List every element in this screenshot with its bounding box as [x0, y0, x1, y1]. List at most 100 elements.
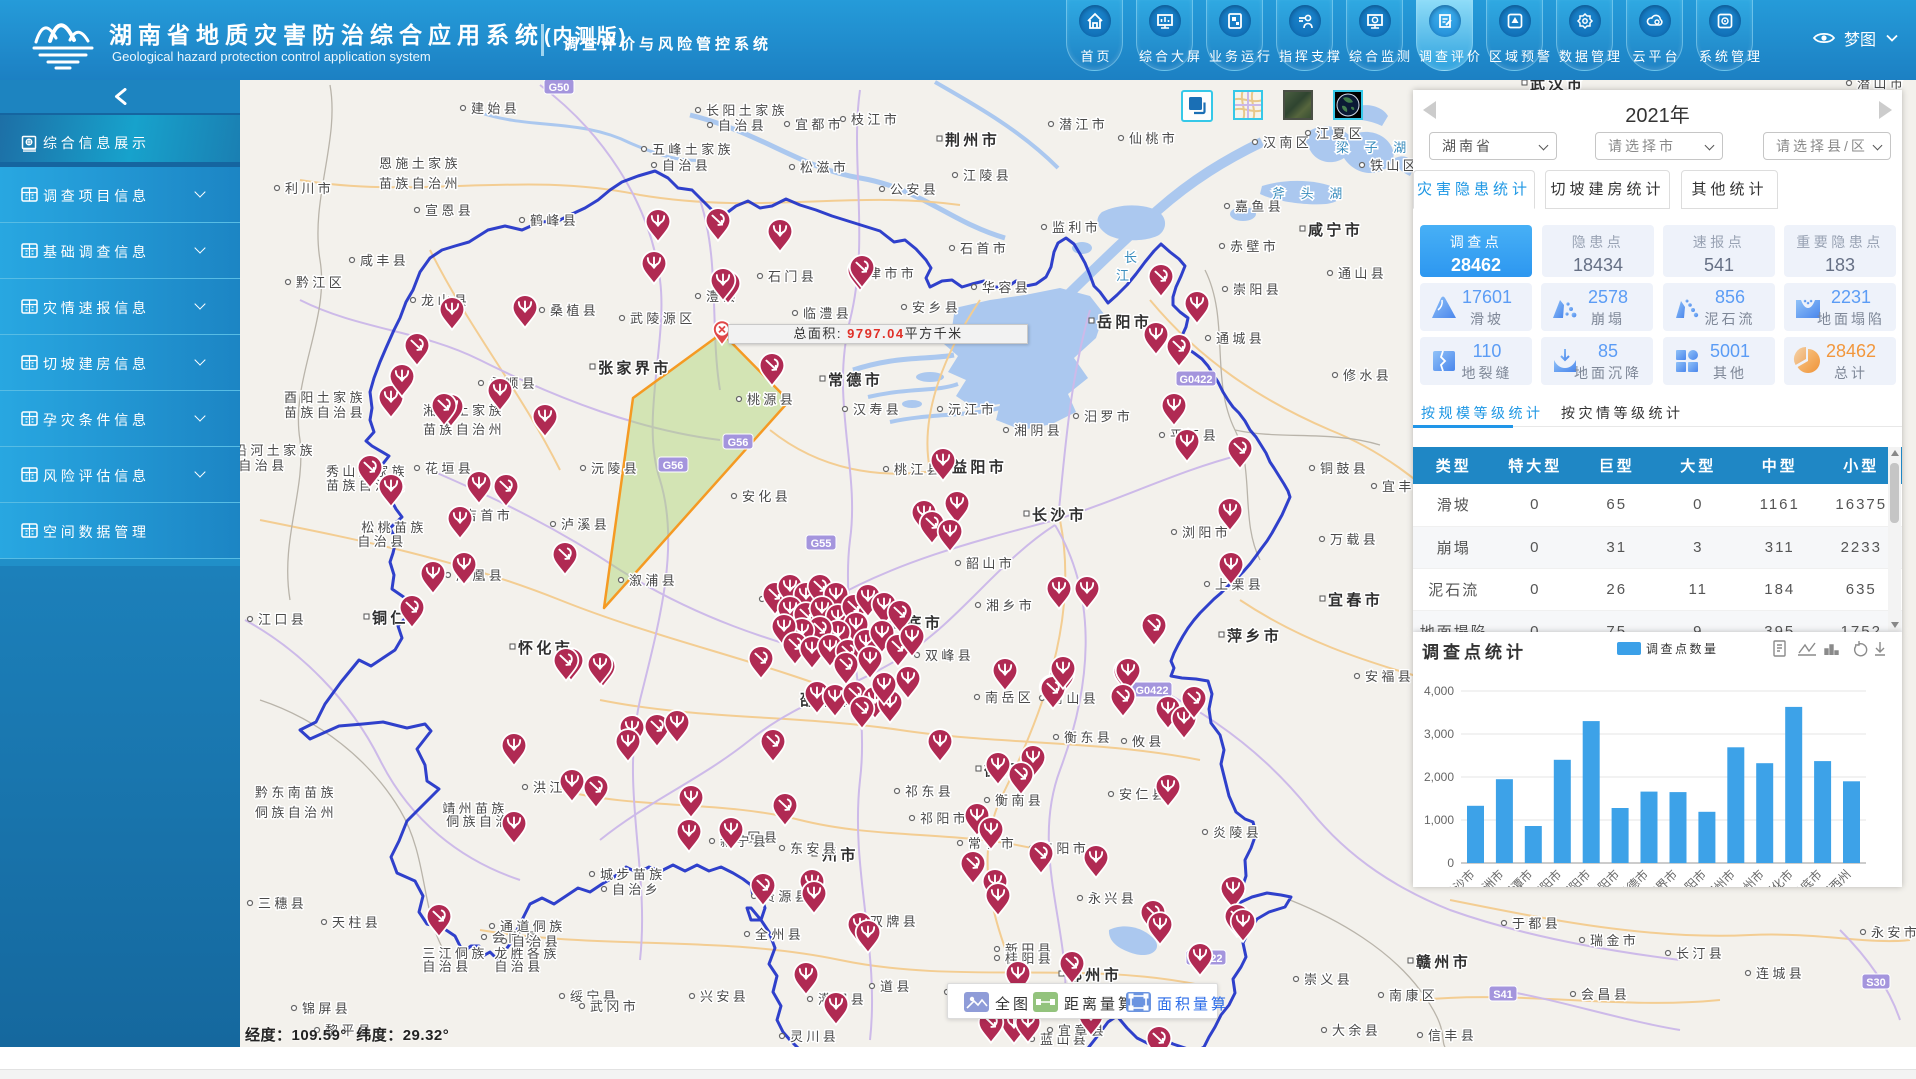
svg-text:花垣县: 花垣县 — [425, 461, 474, 476]
svg-text:侗族自治州: 侗族自治州 — [255, 805, 337, 820]
svg-text:嘉鱼县: 嘉鱼县 — [1235, 199, 1284, 214]
svg-text:万载县: 万载县 — [1330, 532, 1379, 547]
svg-text:衡南县: 衡南县 — [995, 793, 1044, 808]
svg-text:东安县: 东安县 — [790, 841, 839, 856]
svg-text:南康区: 南康区 — [1389, 988, 1438, 1003]
svg-text:沿河土家族: 沿河土家族 — [240, 443, 316, 458]
svg-text:宣恩县: 宣恩县 — [425, 203, 474, 218]
svg-text:信丰县: 信丰县 — [1428, 1028, 1477, 1043]
svg-text:G56: G56 — [728, 437, 749, 449]
svg-text:岳阳市: 岳阳市 — [1097, 313, 1152, 331]
svg-text:崇义县: 崇义县 — [1304, 972, 1353, 987]
svg-text:S30: S30 — [1866, 977, 1886, 989]
svg-text:3,000: 3,000 — [1424, 727, 1454, 741]
svg-text:仙桃市: 仙桃市 — [1129, 131, 1178, 146]
svg-text:修水县: 修水县 — [1343, 368, 1392, 383]
svg-text:五峰土家族: 五峰土家族 — [652, 142, 734, 157]
svg-text:铁山区: 铁山区 — [1370, 158, 1419, 173]
svg-text:铜鼓县: 铜鼓县 — [1320, 461, 1369, 476]
svg-text:咸宁市: 咸宁市 — [1308, 221, 1363, 239]
svg-text:沅江市: 沅江市 — [948, 402, 997, 417]
svg-text:张家界市: 张家界市 — [598, 359, 672, 377]
svg-text:汉南区: 汉南区 — [1263, 135, 1312, 150]
svg-text:枝江市: 枝江市 — [851, 112, 900, 127]
svg-text:潜江市: 潜江市 — [1059, 117, 1108, 132]
svg-text:G0422: G0422 — [1179, 374, 1212, 386]
svg-text:赣州市: 赣州市 — [1416, 953, 1471, 971]
svg-text:2,000: 2,000 — [1424, 770, 1454, 784]
svg-text:鹤峰县: 鹤峰县 — [530, 213, 579, 228]
svg-text:江陵县: 江陵县 — [963, 168, 1012, 183]
svg-text:崇阳县: 崇阳县 — [1233, 282, 1282, 297]
svg-text:会昌县: 会昌县 — [1581, 987, 1630, 1002]
svg-text:连城县: 连城县 — [1756, 966, 1805, 981]
svg-text:松桃苗族: 松桃苗族 — [361, 520, 427, 535]
svg-text:灵川县: 灵川县 — [790, 1029, 839, 1044]
svg-text:4,000: 4,000 — [1424, 684, 1454, 698]
svg-text:自治县: 自治县 — [662, 158, 711, 173]
svg-text:黔江区: 黔江区 — [296, 275, 345, 290]
svg-text:利川市: 利川市 — [285, 181, 334, 196]
svg-text:衡东县: 衡东县 — [1064, 730, 1113, 745]
svg-text:安乡县: 安乡县 — [912, 300, 961, 315]
svg-text:自治县: 自治县 — [512, 934, 561, 949]
svg-text:萍乡市: 萍乡市 — [1227, 627, 1282, 645]
svg-text:苗族自治州: 苗族自治州 — [379, 176, 461, 191]
svg-text:永兴县: 永兴县 — [1088, 891, 1137, 906]
svg-text:长沙市: 长沙市 — [1032, 506, 1087, 524]
svg-text:双峰县: 双峰县 — [925, 648, 974, 663]
svg-text:城步苗族: 城步苗族 — [600, 867, 666, 882]
svg-text:恩施土家族: 恩施土家族 — [379, 156, 461, 171]
svg-text:监利市: 监利市 — [1052, 220, 1101, 235]
svg-text:湘阴县: 湘阴县 — [1014, 423, 1063, 438]
svg-text:桑植县: 桑植县 — [550, 303, 599, 318]
svg-text:瑞金市: 瑞金市 — [1590, 933, 1639, 948]
svg-text:酉阳土家族: 酉阳土家族 — [284, 390, 366, 405]
svg-text:0: 0 — [1447, 856, 1454, 870]
svg-text:宜都市: 宜都市 — [795, 117, 844, 132]
svg-text:咸丰县: 咸丰县 — [360, 253, 409, 268]
svg-text:溆浦县: 溆浦县 — [629, 573, 678, 588]
svg-text:松滋市: 松滋市 — [800, 160, 849, 175]
svg-text:常德市: 常德市 — [828, 371, 883, 389]
svg-text:武陵源区: 武陵源区 — [630, 311, 696, 326]
svg-text:沅陵县: 沅陵县 — [591, 461, 640, 476]
svg-text:永安市: 永安市 — [1871, 925, 1916, 940]
svg-text:自治县: 自治县 — [357, 534, 406, 549]
svg-text:江: 江 — [1116, 268, 1135, 283]
svg-text:三穗县: 三穗县 — [258, 896, 307, 911]
svg-text:通山县: 通山县 — [1338, 266, 1387, 281]
svg-text:安福县: 安福县 — [1365, 669, 1414, 684]
svg-text:兴安县: 兴安县 — [700, 989, 749, 1004]
svg-text:石门县: 石门县 — [768, 269, 817, 284]
svg-text:锦屏县: 锦屏县 — [302, 1001, 351, 1016]
svg-text:道县: 道县 — [880, 979, 913, 994]
svg-text:华容县: 华容县 — [982, 280, 1031, 295]
svg-text:祁东县: 祁东县 — [905, 784, 954, 799]
svg-text:斧 头 湖: 斧 头 湖 — [1272, 186, 1348, 201]
svg-text:天柱县: 天柱县 — [332, 915, 381, 930]
svg-text:大余县: 大余县 — [1332, 1023, 1381, 1038]
svg-text:荆州市: 荆州市 — [945, 131, 1000, 149]
svg-text:江口县: 江口县 — [258, 612, 307, 627]
svg-text:桃源县: 桃源县 — [747, 392, 796, 407]
svg-text:黔东南苗族: 黔东南苗族 — [255, 785, 337, 800]
svg-text:韶山市: 韶山市 — [966, 556, 1015, 571]
svg-text:1,000: 1,000 — [1424, 813, 1454, 827]
svg-text:自治县: 自治县 — [494, 959, 543, 974]
svg-text:于都县: 于都县 — [1512, 916, 1561, 931]
svg-text:长阳土家族: 长阳土家族 — [706, 103, 788, 118]
svg-text:益阳市: 益阳市 — [952, 458, 1007, 476]
svg-text:长汀县: 长汀县 — [1676, 946, 1725, 961]
svg-text:汉寿县: 汉寿县 — [853, 402, 902, 417]
svg-text:南岳区: 南岳区 — [985, 690, 1034, 705]
svg-text:通城县: 通城县 — [1216, 331, 1265, 346]
svg-text:G0422: G0422 — [1135, 685, 1168, 697]
svg-text:长: 长 — [1124, 250, 1143, 265]
svg-text:湘乡市: 湘乡市 — [986, 598, 1035, 613]
svg-text:江夏区: 江夏区 — [1316, 126, 1365, 141]
svg-text:建始县: 建始县 — [471, 101, 520, 116]
svg-text:安化县: 安化县 — [742, 489, 791, 504]
svg-text:苗族自治州: 苗族自治州 — [423, 422, 505, 437]
svg-text:S41: S41 — [1493, 989, 1513, 1001]
